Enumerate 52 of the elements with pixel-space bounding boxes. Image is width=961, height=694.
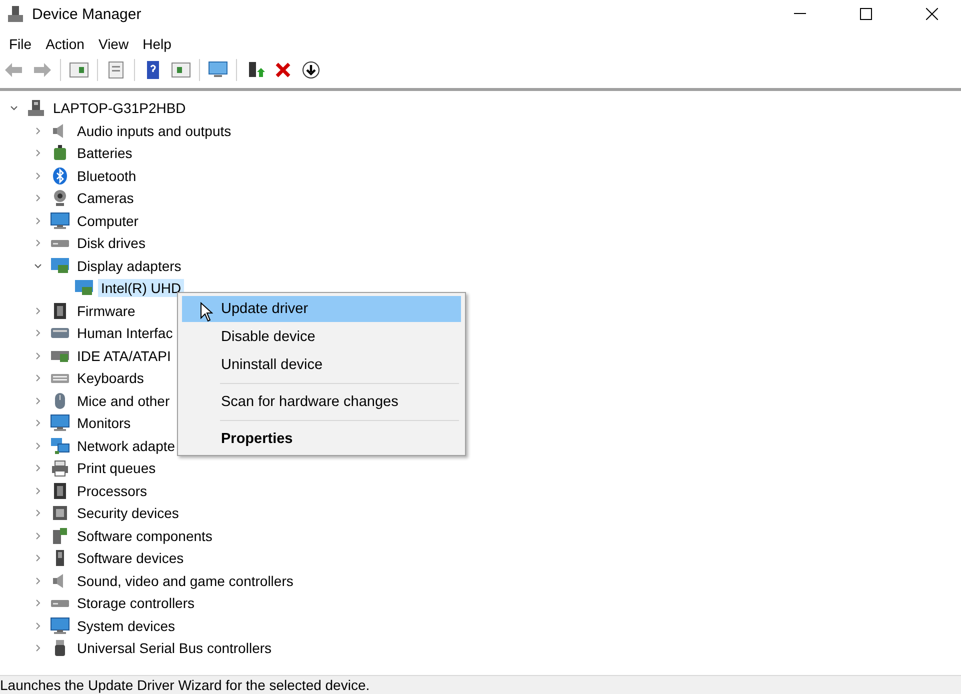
tree-item[interactable]: LAPTOP-G31P2HBD — [50, 99, 189, 118]
tree-item[interactable]: Processors — [74, 482, 150, 500]
tree-item[interactable]: Bluetooth — [74, 166, 140, 185]
tree-item[interactable]: Human Interfac — [74, 324, 176, 342]
context-menu-item[interactable]: Scan for hardware changes — [182, 389, 461, 415]
tree-item[interactable]: Universal Serial Bus controllers — [74, 639, 275, 658]
maximize-icon — [860, 8, 872, 20]
tree-item[interactable]: Keyboards — [74, 369, 147, 388]
tree-item[interactable]: Network adapte — [74, 436, 178, 455]
tree-item[interactable]: Display adapters — [74, 256, 184, 275]
tree-item[interactable]: System devices — [74, 616, 178, 635]
monitor-icon — [50, 212, 70, 230]
menu-item[interactable]: View — [91, 34, 136, 54]
status-text: Launches the Update Driver Wizard for the selected device. — [0, 675, 961, 694]
monitor-icon — [50, 616, 70, 635]
app-icon — [6, 5, 24, 23]
tree-item[interactable]: Monitors — [74, 414, 134, 432]
tree-item[interactable]: Audio inputs and outputs — [74, 122, 234, 140]
tree-item[interactable]: Firmware — [74, 302, 138, 320]
display-card-icon — [50, 256, 70, 275]
puzzle-icon — [50, 526, 70, 545]
menu-item[interactable]: Help — [136, 34, 178, 54]
minimize-icon — [794, 13, 806, 15]
context-menu-item[interactable]: Uninstall device — [182, 352, 461, 378]
tree-item[interactable]: Security devices — [74, 504, 182, 522]
context-menu-item[interactable]: Properties — [182, 426, 461, 452]
tree-item[interactable]: Cameras — [74, 189, 137, 208]
tree-item[interactable]: Intel(R) UHD — [98, 279, 184, 298]
tree-item[interactable]: Software devices — [74, 549, 187, 568]
network-icon — [50, 436, 70, 455]
tree-item[interactable]: Mice and other — [74, 392, 173, 410]
display-card-icon — [74, 279, 94, 298]
context-menu-item[interactable]: Update driver — [182, 296, 461, 322]
computer-icon — [26, 99, 46, 118]
tree-item[interactable]: Batteries — [74, 144, 136, 162]
window-title: Device Manager — [32, 6, 142, 22]
tree-item[interactable]: Disk drives — [74, 234, 148, 252]
menu-item[interactable]: Action — [38, 34, 92, 54]
context-menu-item[interactable]: Disable device — [182, 324, 461, 350]
menu-item[interactable]: File — [2, 34, 39, 54]
tree-item[interactable]: IDE ATA/ATAPI — [74, 346, 174, 365]
printer-icon — [50, 459, 70, 478]
bluetooth-icon — [50, 166, 70, 185]
tree-item[interactable]: Storage controllers — [74, 594, 198, 612]
tree-item[interactable]: Software components — [74, 526, 216, 545]
tree-item[interactable]: Sound, video and game controllers — [74, 572, 296, 590]
close-icon — [926, 8, 938, 20]
monitor-icon — [50, 414, 70, 432]
tree-item[interactable]: Print queues — [74, 459, 159, 478]
device-icon — [50, 504, 70, 522]
mouse-pointer-icon — [200, 302, 213, 322]
tree-item[interactable]: Computer — [74, 212, 142, 230]
